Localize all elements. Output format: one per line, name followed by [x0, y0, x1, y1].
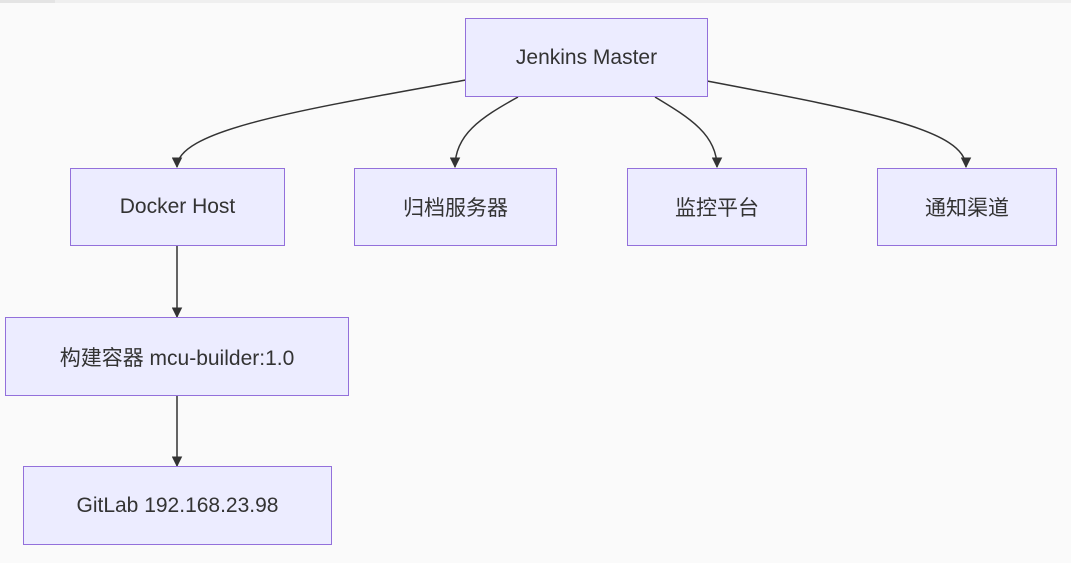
node-docker-host: Docker Host	[70, 168, 285, 246]
node-notification-channel: 通知渠道	[877, 168, 1057, 246]
edge-jenkins-notify	[706, 80, 972, 169]
edge-jenkins-docker	[171, 79, 467, 169]
node-build-container: 构建容器 mcu-builder:1.0	[5, 317, 349, 396]
node-monitoring-platform: 监控平台	[627, 168, 807, 246]
edge-jenkins-archive	[449, 96, 519, 169]
node-jenkins-master: Jenkins Master	[465, 18, 708, 97]
node-archive-server: 归档服务器	[354, 168, 557, 246]
edge-jenkins-monitor	[654, 96, 723, 169]
node-gitlab: GitLab 192.168.23.98	[23, 466, 332, 545]
